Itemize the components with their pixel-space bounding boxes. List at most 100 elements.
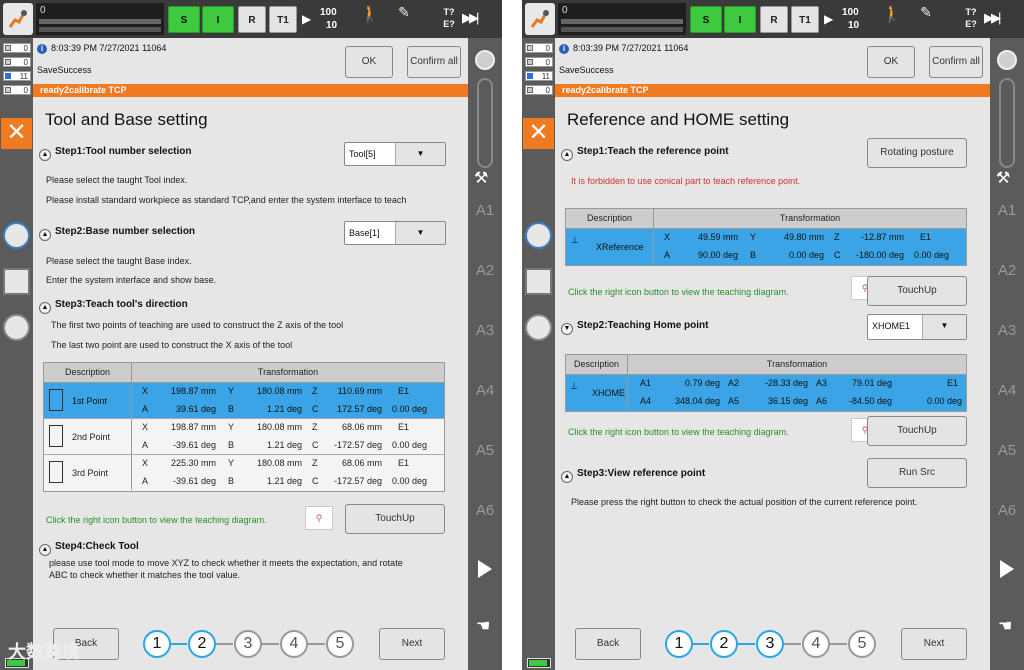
settings-gear-icon[interactable] (525, 222, 552, 249)
r-button[interactable]: R (238, 6, 266, 33)
clock-icon[interactable] (525, 268, 552, 295)
ok-button[interactable]: OK (867, 46, 915, 78)
home-dropdown[interactable]: XHOME1 ▼ (867, 314, 967, 340)
t1-button[interactable]: T1 (791, 6, 819, 33)
axis-a5[interactable]: A5 (468, 442, 502, 459)
step-indicator-3[interactable]: 3 (756, 630, 784, 658)
table-header: Description Transformation (566, 209, 966, 229)
robot-icon[interactable] (3, 3, 33, 35)
jog-arc[interactable] (999, 78, 1015, 168)
axis-a2[interactable]: A2 (468, 262, 502, 279)
hand-icon[interactable]: ☚ (476, 616, 490, 636)
table-row[interactable]: 2nd Point X 198.87 mm Y 180.08 mm Z 68.06 m… (44, 419, 444, 455)
step-indicator-2[interactable]: 2 (188, 630, 216, 658)
axis-a5[interactable]: A5 (990, 442, 1024, 459)
hand-icon[interactable]: ☚ (998, 616, 1012, 636)
step4-text1: please use tool mode to move XYZ to chec… (49, 558, 403, 568)
run-src-button[interactable]: Run Src (867, 458, 967, 488)
axis-a3[interactable]: A3 (990, 322, 1024, 339)
tool-base-indicator[interactable]: T? E? (959, 6, 983, 30)
step1-header[interactable]: ▲ Step1:Teach the reference point (561, 146, 729, 161)
confirm-all-button[interactable]: Confirm all (407, 46, 461, 78)
step2-header[interactable]: ▼ Step2:Teaching Home point (561, 320, 709, 335)
step-indicator-4[interactable]: 4 (280, 630, 308, 658)
step1-header[interactable]: ▲ Step1:Tool number selection (39, 146, 192, 161)
table-row[interactable]: ⊥ XReference X 49.59 mm Y 49.80 mm Z -12.87 … (566, 229, 966, 265)
users-icon[interactable] (525, 314, 552, 341)
teaching-diagram-icon[interactable]: ⚲ (305, 506, 333, 530)
rotating-posture-button[interactable]: Rotating posture (867, 138, 967, 168)
s-button[interactable]: S (690, 6, 722, 33)
axis-a4[interactable]: A4 (990, 382, 1024, 399)
step-indicator-5[interactable]: 5 (326, 630, 354, 658)
axis-a1[interactable]: A1 (990, 202, 1024, 219)
step3-header[interactable]: ▲ Step3:Teach tool's direction (39, 299, 188, 314)
play-icon[interactable] (1000, 560, 1014, 578)
next-button[interactable]: Next (901, 628, 967, 660)
step-indicator-3[interactable]: 3 (234, 630, 262, 658)
page-title: Reference and HOME setting (567, 110, 790, 129)
status-banner: ready2calibrate TCP (33, 84, 468, 97)
step-indicator-1[interactable]: 1 (665, 630, 693, 658)
table-row[interactable]: 3rd Point X 225.30 mm Y 180.08 mm Z 68.06 m… (44, 455, 444, 491)
program-speed[interactable]: ▶ 100 10 (300, 4, 352, 34)
walk-icon[interactable]: 🚶 (882, 4, 902, 34)
tool-edit-icon[interactable]: ✎ (392, 4, 416, 34)
right-sidebar: ⚒ A1 A2 A3 A4 A5 A6 ☚ (990, 38, 1024, 670)
tool-icon[interactable]: ⚒ (474, 168, 488, 188)
step-indicator-5[interactable]: 5 (848, 630, 876, 658)
base-dropdown[interactable]: Base[1] ▼ (344, 221, 446, 245)
globe-icon[interactable] (997, 50, 1017, 70)
step-indicator-1[interactable]: 1 (143, 630, 171, 658)
tool-edit-icon[interactable]: ✎ (914, 4, 938, 34)
speed-slider[interactable]: 0 (36, 3, 164, 35)
speed-value: 0 (562, 5, 568, 16)
jog-arc[interactable] (477, 78, 493, 168)
axis-a6[interactable]: A6 (990, 502, 1024, 519)
i-button[interactable]: I (724, 6, 756, 33)
back-button[interactable]: Back (575, 628, 641, 660)
next-button[interactable]: Next (379, 628, 445, 660)
t1-button[interactable]: T1 (269, 6, 297, 33)
confirm-all-button[interactable]: Confirm all (929, 46, 983, 78)
fast-forward-icon[interactable]: ▶▶| (984, 10, 1012, 26)
table-row[interactable]: ⊥ XHOME A1 0.79 deg A2 -28.33 deg A3 79.01 d… (566, 375, 966, 411)
program-speed[interactable]: ▶ 100 10 (822, 4, 874, 34)
axis-a3[interactable]: A3 (468, 322, 502, 339)
settings-gear-icon[interactable] (3, 222, 30, 249)
step2-header[interactable]: ▲ Step2:Base number selection (39, 226, 195, 241)
step4-header[interactable]: ▲ Step4:Check Tool (39, 541, 139, 556)
home-table: Description Transformation ⊥ XHOME A1 0.79… (565, 354, 967, 412)
right-sidebar: ⚒ A1 A2 A3 A4 A5 A6 ☚ (468, 38, 502, 670)
message-time: 8:03:39 PM 7/27/2021 11064 (573, 43, 689, 53)
touchup-button[interactable]: TouchUp (867, 416, 967, 446)
close-icon[interactable]: ✕ (1, 118, 32, 149)
clock-icon[interactable] (3, 268, 30, 295)
touchup-button[interactable]: TouchUp (345, 504, 445, 534)
io-indicator: 0 (3, 43, 31, 53)
users-icon[interactable] (3, 314, 30, 341)
table-row[interactable]: 1st Point X 198.87 mm Y 180.08 mm Z 110.69 … (44, 383, 444, 419)
axis-a1[interactable]: A1 (468, 202, 502, 219)
axis-a4[interactable]: A4 (468, 382, 502, 399)
i-button[interactable]: I (202, 6, 234, 33)
touchup-button[interactable]: TouchUp (867, 276, 967, 306)
axis-a2[interactable]: A2 (990, 262, 1024, 279)
globe-icon[interactable] (475, 50, 495, 70)
step-indicator-4[interactable]: 4 (802, 630, 830, 658)
fast-forward-icon[interactable]: ▶▶| (462, 10, 490, 26)
tool-icon[interactable]: ⚒ (996, 168, 1010, 188)
ok-button[interactable]: OK (345, 46, 393, 78)
close-icon[interactable]: ✕ (523, 118, 554, 149)
axis-a6[interactable]: A6 (468, 502, 502, 519)
r-button[interactable]: R (760, 6, 788, 33)
speed-slider[interactable]: 0 (558, 3, 686, 35)
s-button[interactable]: S (168, 6, 200, 33)
tool-base-indicator[interactable]: T? E? (437, 6, 461, 30)
play-icon[interactable] (478, 560, 492, 578)
robot-icon[interactable] (525, 3, 555, 35)
step3-header[interactable]: ▲ Step3:View reference point (561, 468, 705, 483)
walk-icon[interactable]: 🚶 (360, 4, 380, 34)
tool-dropdown[interactable]: Tool[5] ▼ (344, 142, 446, 166)
step-indicator-2[interactable]: 2 (710, 630, 738, 658)
